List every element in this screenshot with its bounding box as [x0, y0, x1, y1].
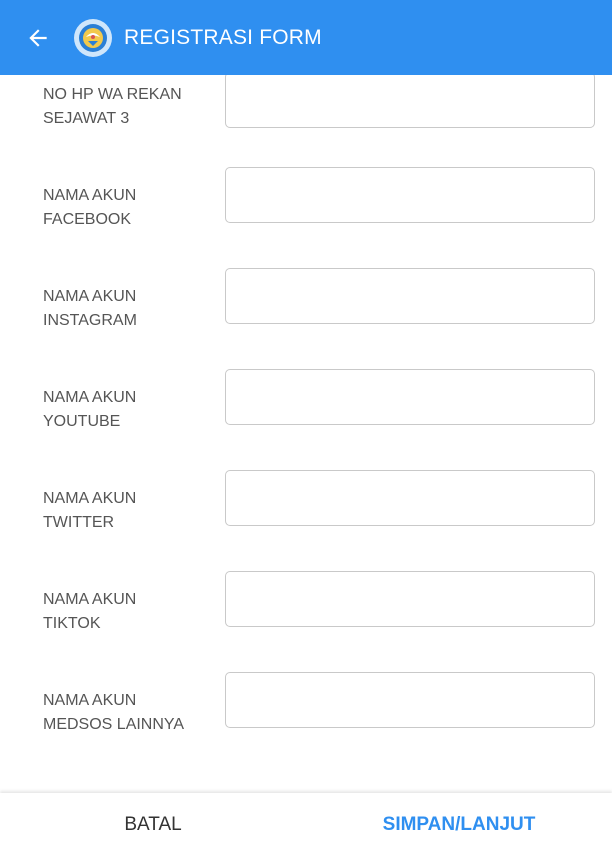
field-label: NAMA AKUN FACEBOOK — [43, 184, 218, 232]
registration-screen: REGISTRASI FORM NO HP WA REKAN SEJAWAT 3… — [0, 0, 612, 863]
field-label-line2: TWITTER — [43, 514, 115, 531]
other-social-media-input[interactable] — [225, 672, 595, 728]
form-row-medsos-lainnya: NAMA AKUN MEDSOS LAINNYA — [0, 656, 612, 757]
app-bar: REGISTRASI FORM — [0, 0, 612, 75]
field-label-line2: INSTAGRAM — [43, 312, 137, 329]
field-label: NAMA AKUN YOUTUBE — [43, 386, 218, 434]
instagram-account-input[interactable] — [225, 268, 595, 324]
form-row-twitter: NAMA AKUN TWITTER — [0, 454, 612, 555]
form-row-instagram: NAMA AKUN INSTAGRAM — [0, 252, 612, 353]
tiktok-account-input[interactable] — [225, 571, 595, 627]
facebook-account-input[interactable] — [225, 167, 595, 223]
field-label: NAMA AKUN INSTAGRAM — [43, 285, 218, 333]
cancel-button[interactable]: BATAL — [0, 793, 306, 863]
field-label-line1: NAMA AKUN — [43, 389, 137, 406]
field-label-line1: NAMA AKUN — [43, 692, 137, 709]
form-row-wa-rekan-sejawat-3: NO HP WA REKAN SEJAWAT 3 — [0, 75, 612, 151]
field-label-line2: FACEBOOK — [43, 211, 132, 228]
field-label-line1: NAMA AKUN — [43, 591, 137, 608]
form-row-tiktok: NAMA AKUN TIKTOK — [0, 555, 612, 656]
field-label: NAMA AKUN MEDSOS LAINNYA — [43, 689, 218, 737]
field-label: NAMA AKUN TIKTOK — [43, 588, 218, 636]
back-button[interactable] — [18, 18, 58, 58]
field-label-line2: TIKTOK — [43, 615, 101, 632]
tut-wuri-handayani-logo — [74, 18, 112, 57]
form-row-facebook: NAMA AKUN FACEBOOK — [0, 151, 612, 252]
page-title: REGISTRASI FORM — [124, 25, 322, 49]
youtube-account-input[interactable] — [225, 369, 595, 425]
field-label-line2: YOUTUBE — [43, 413, 121, 430]
arrow-left-icon — [29, 28, 47, 47]
bottom-action-bar: BATAL SIMPAN/LANJUT — [0, 793, 612, 863]
twitter-account-input[interactable] — [225, 470, 595, 526]
logo-emblem-icon — [79, 23, 107, 52]
field-label-line2: MEDSOS LAINNYA — [43, 716, 185, 733]
field-label-line1: NAMA AKUN — [43, 187, 137, 204]
field-label-line2: SEJAWAT 3 — [43, 110, 130, 127]
field-label-line1: NAMA AKUN — [43, 490, 137, 507]
save-continue-button[interactable]: SIMPAN/LANJUT — [306, 793, 612, 863]
field-label: NAMA AKUN TWITTER — [43, 487, 218, 535]
form-scroll-area[interactable]: NO HP WA REKAN SEJAWAT 3 NAMA AKUN FACEB… — [0, 75, 612, 793]
field-label-line1: NO HP WA REKAN — [43, 86, 182, 103]
wa-rekan-sejawat-3-input[interactable] — [225, 75, 595, 128]
field-label-line1: NAMA AKUN — [43, 288, 137, 305]
form-row-youtube: NAMA AKUN YOUTUBE — [0, 353, 612, 454]
field-label: NO HP WA REKAN SEJAWAT 3 — [43, 83, 218, 131]
